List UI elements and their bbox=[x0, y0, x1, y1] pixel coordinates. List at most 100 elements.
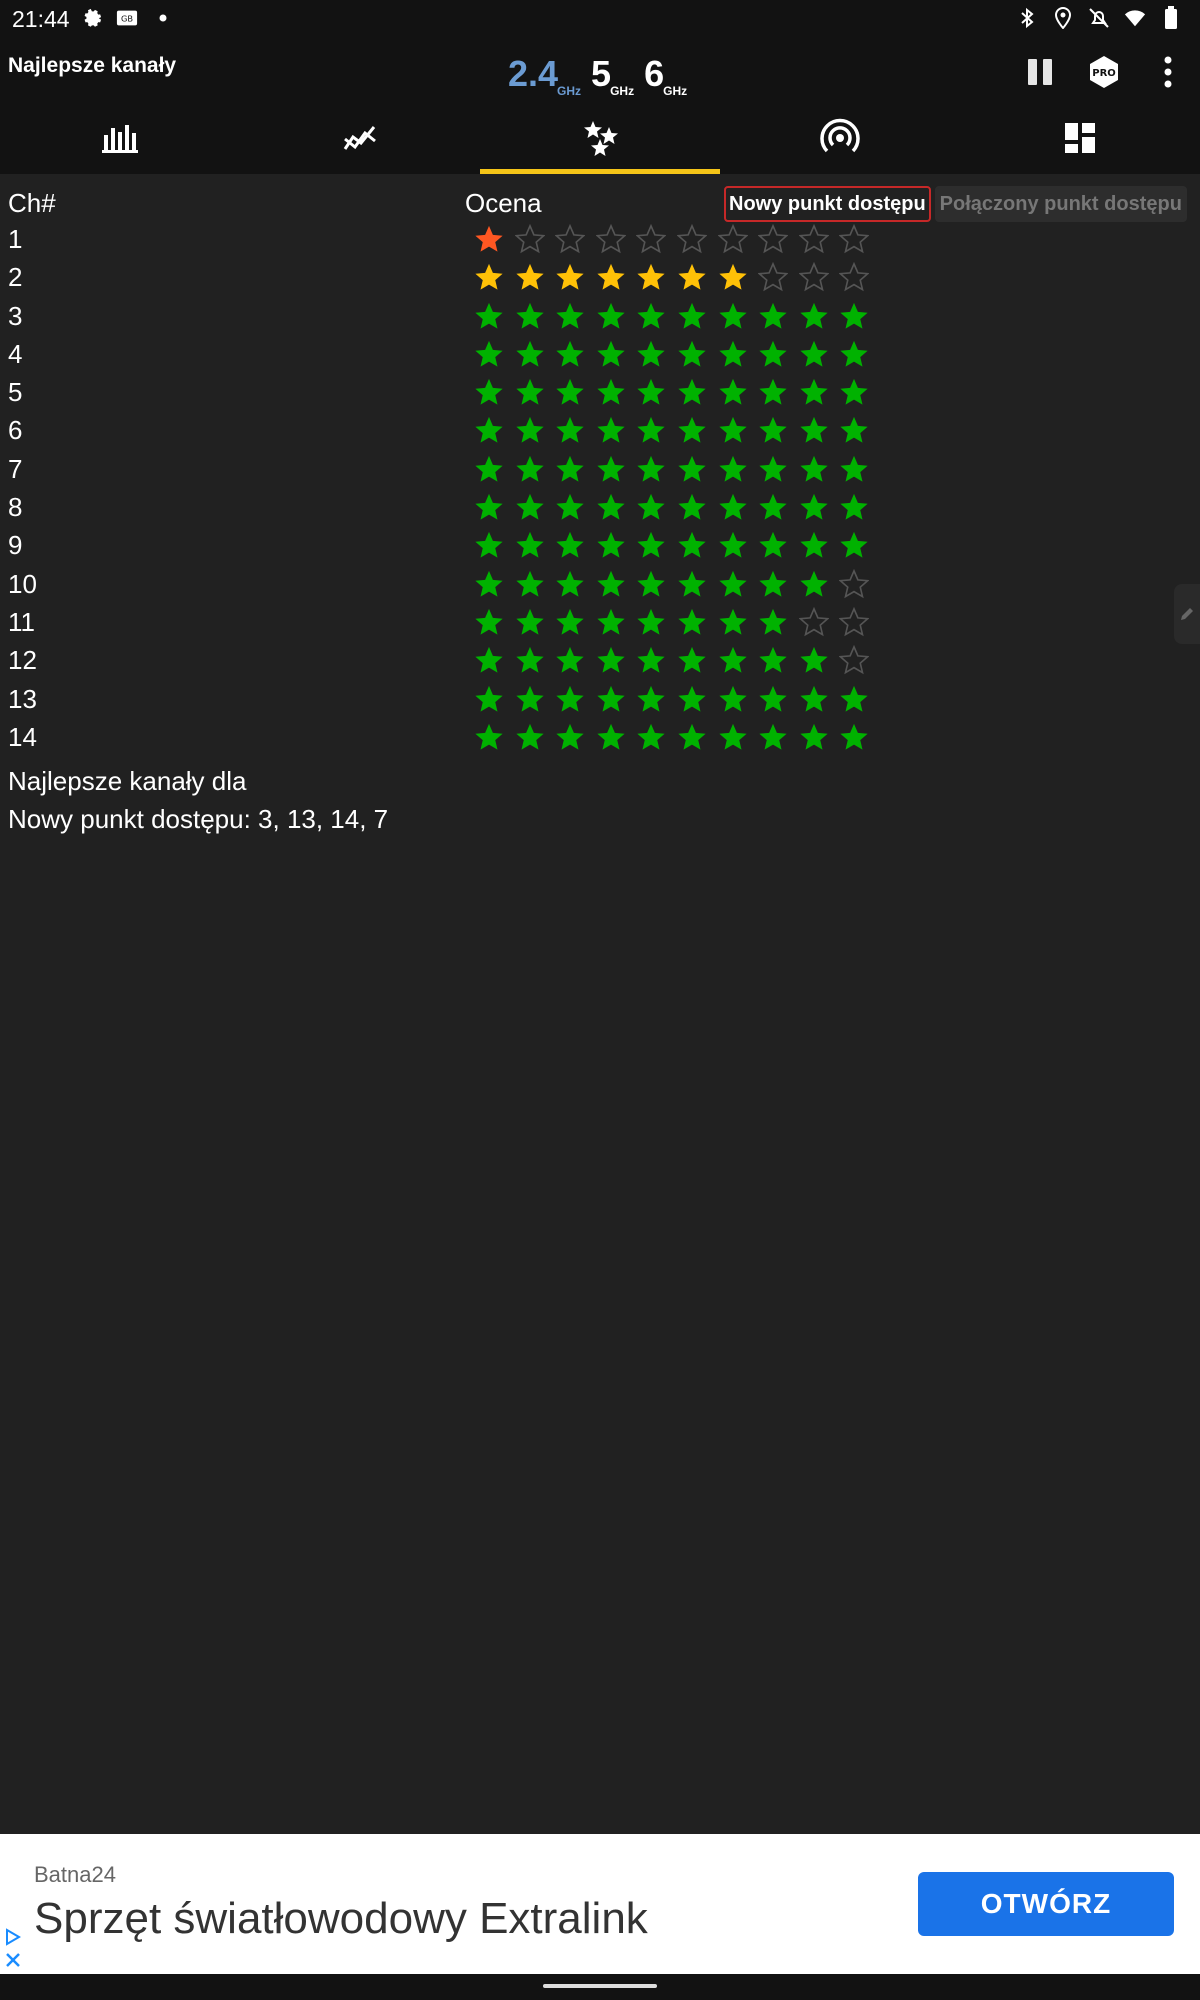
channel-number: 12 bbox=[8, 645, 37, 676]
more-options-button[interactable] bbox=[1136, 48, 1200, 96]
edge-panel-handle[interactable] bbox=[1174, 584, 1200, 644]
star-filled-icon bbox=[515, 532, 544, 558]
ad-banner[interactable]: Batna24 Sprzęt światłowodowy Extralink O… bbox=[0, 1834, 1200, 1974]
channel-number: 9 bbox=[8, 530, 23, 561]
star-empty-icon bbox=[636, 224, 667, 254]
star-filled-icon bbox=[556, 379, 584, 405]
table-row: 14 bbox=[0, 718, 1200, 756]
home-gesture-handle[interactable] bbox=[543, 1984, 657, 1988]
band-unit: GHz bbox=[663, 84, 688, 98]
star-filled-icon bbox=[556, 455, 584, 482]
ad-open-button[interactable]: OTWÓRZ bbox=[918, 1872, 1174, 1936]
pro-badge-icon: PRO bbox=[1090, 56, 1118, 88]
rating-stars bbox=[474, 377, 880, 407]
star-filled-icon bbox=[597, 455, 625, 482]
pro-button[interactable]: PRO bbox=[1072, 48, 1136, 96]
tab-channel-graph[interactable] bbox=[0, 102, 240, 174]
star-filled-icon bbox=[678, 647, 706, 673]
star-filled-icon bbox=[556, 417, 584, 444]
channel-number: 8 bbox=[8, 492, 23, 523]
star-filled-icon bbox=[718, 264, 747, 290]
star-filled-icon bbox=[678, 455, 706, 482]
star-empty-icon bbox=[839, 224, 870, 254]
star-empty-icon bbox=[676, 224, 707, 254]
star-filled-icon bbox=[597, 685, 625, 712]
star-filled-icon bbox=[840, 455, 868, 482]
star-filled-icon bbox=[597, 379, 625, 405]
star-filled-icon bbox=[718, 532, 747, 558]
star-filled-icon bbox=[556, 647, 584, 673]
star-filled-icon bbox=[637, 608, 665, 635]
star-filled-icon bbox=[475, 723, 503, 750]
band-value: 2.4 bbox=[508, 53, 559, 94]
star-empty-icon bbox=[514, 224, 545, 254]
star-filled-icon bbox=[515, 302, 544, 329]
star-empty-icon bbox=[839, 568, 870, 598]
tab-channel-rating[interactable] bbox=[480, 102, 720, 174]
tab-access-points[interactable] bbox=[720, 102, 960, 174]
ad-choices[interactable] bbox=[4, 1926, 22, 1970]
star-filled-icon bbox=[840, 379, 868, 405]
star-filled-icon bbox=[556, 264, 584, 290]
channel-number: 4 bbox=[8, 338, 23, 369]
star-filled-icon bbox=[718, 340, 747, 367]
star-filled-icon bbox=[718, 455, 747, 482]
star-filled-icon bbox=[637, 264, 665, 290]
star-filled-icon bbox=[759, 685, 787, 712]
star-filled-icon bbox=[718, 647, 747, 673]
star-filled-icon bbox=[597, 647, 625, 673]
svg-text:GB: GB bbox=[121, 14, 133, 24]
ad-headline: Sprzęt światłowodowy Extralink bbox=[34, 1894, 648, 1943]
star-filled-icon bbox=[556, 570, 584, 597]
star-filled-icon bbox=[800, 570, 828, 597]
rating-stars bbox=[474, 645, 880, 675]
star-filled-icon bbox=[475, 302, 503, 329]
rating-stars bbox=[474, 262, 880, 292]
table-row: 3 bbox=[0, 297, 1200, 335]
star-filled-icon bbox=[718, 685, 747, 712]
star-filled-icon bbox=[556, 532, 584, 558]
rating-stars bbox=[474, 415, 880, 445]
star-filled-icon bbox=[800, 647, 828, 673]
band-6-ghz[interactable]: 6 GHz bbox=[644, 50, 687, 98]
star-filled-icon bbox=[718, 379, 747, 405]
star-filled-icon bbox=[840, 417, 868, 444]
table-row: 7 bbox=[0, 450, 1200, 488]
star-filled-icon bbox=[800, 723, 828, 750]
star-filled-icon bbox=[800, 340, 828, 367]
ad-choices-icon bbox=[6, 1928, 21, 1967]
channel-number: 10 bbox=[8, 568, 37, 599]
star-filled-icon bbox=[475, 493, 503, 520]
band-5-ghz[interactable]: 5 GHz bbox=[591, 50, 634, 98]
connected-ap-button[interactable]: Połączony punkt dostępu bbox=[934, 186, 1187, 222]
app-bar: Najlepsze kanały 2.4 GHz 5 GHz 6 GHz PRO bbox=[0, 38, 1200, 174]
best-channels-title: Najlepsze kanały dla bbox=[8, 766, 247, 796]
star-filled-icon bbox=[759, 608, 787, 635]
star-filled-icon bbox=[840, 532, 868, 558]
star-empty-icon bbox=[758, 262, 789, 292]
table-row: 10 bbox=[0, 565, 1200, 603]
star-filled-icon bbox=[678, 685, 706, 712]
new-ap-button[interactable]: Nowy punkt dostępu bbox=[724, 186, 931, 222]
star-filled-icon bbox=[515, 570, 544, 597]
table-row: 13 bbox=[0, 680, 1200, 718]
rating-stars bbox=[474, 301, 880, 331]
star-empty-icon bbox=[839, 262, 870, 292]
tab-time-graph[interactable] bbox=[240, 102, 480, 174]
star-filled-icon bbox=[597, 723, 625, 750]
star-filled-icon bbox=[475, 379, 503, 405]
card-icon: GB bbox=[116, 7, 138, 29]
star-filled-icon bbox=[515, 340, 544, 367]
channel-number: 11 bbox=[8, 606, 35, 637]
star-filled-icon bbox=[718, 570, 747, 597]
tab-dashboard[interactable] bbox=[960, 102, 1200, 174]
band-2-4-ghz[interactable]: 2.4 GHz bbox=[508, 50, 581, 98]
star-filled-icon bbox=[759, 417, 787, 444]
star-filled-icon bbox=[515, 417, 544, 444]
star-filled-icon bbox=[637, 570, 665, 597]
star-filled-icon bbox=[759, 302, 787, 329]
rating-stars bbox=[474, 492, 880, 522]
pause-button[interactable] bbox=[1008, 48, 1072, 96]
gear-icon bbox=[80, 7, 102, 29]
star-filled-icon bbox=[637, 493, 665, 520]
